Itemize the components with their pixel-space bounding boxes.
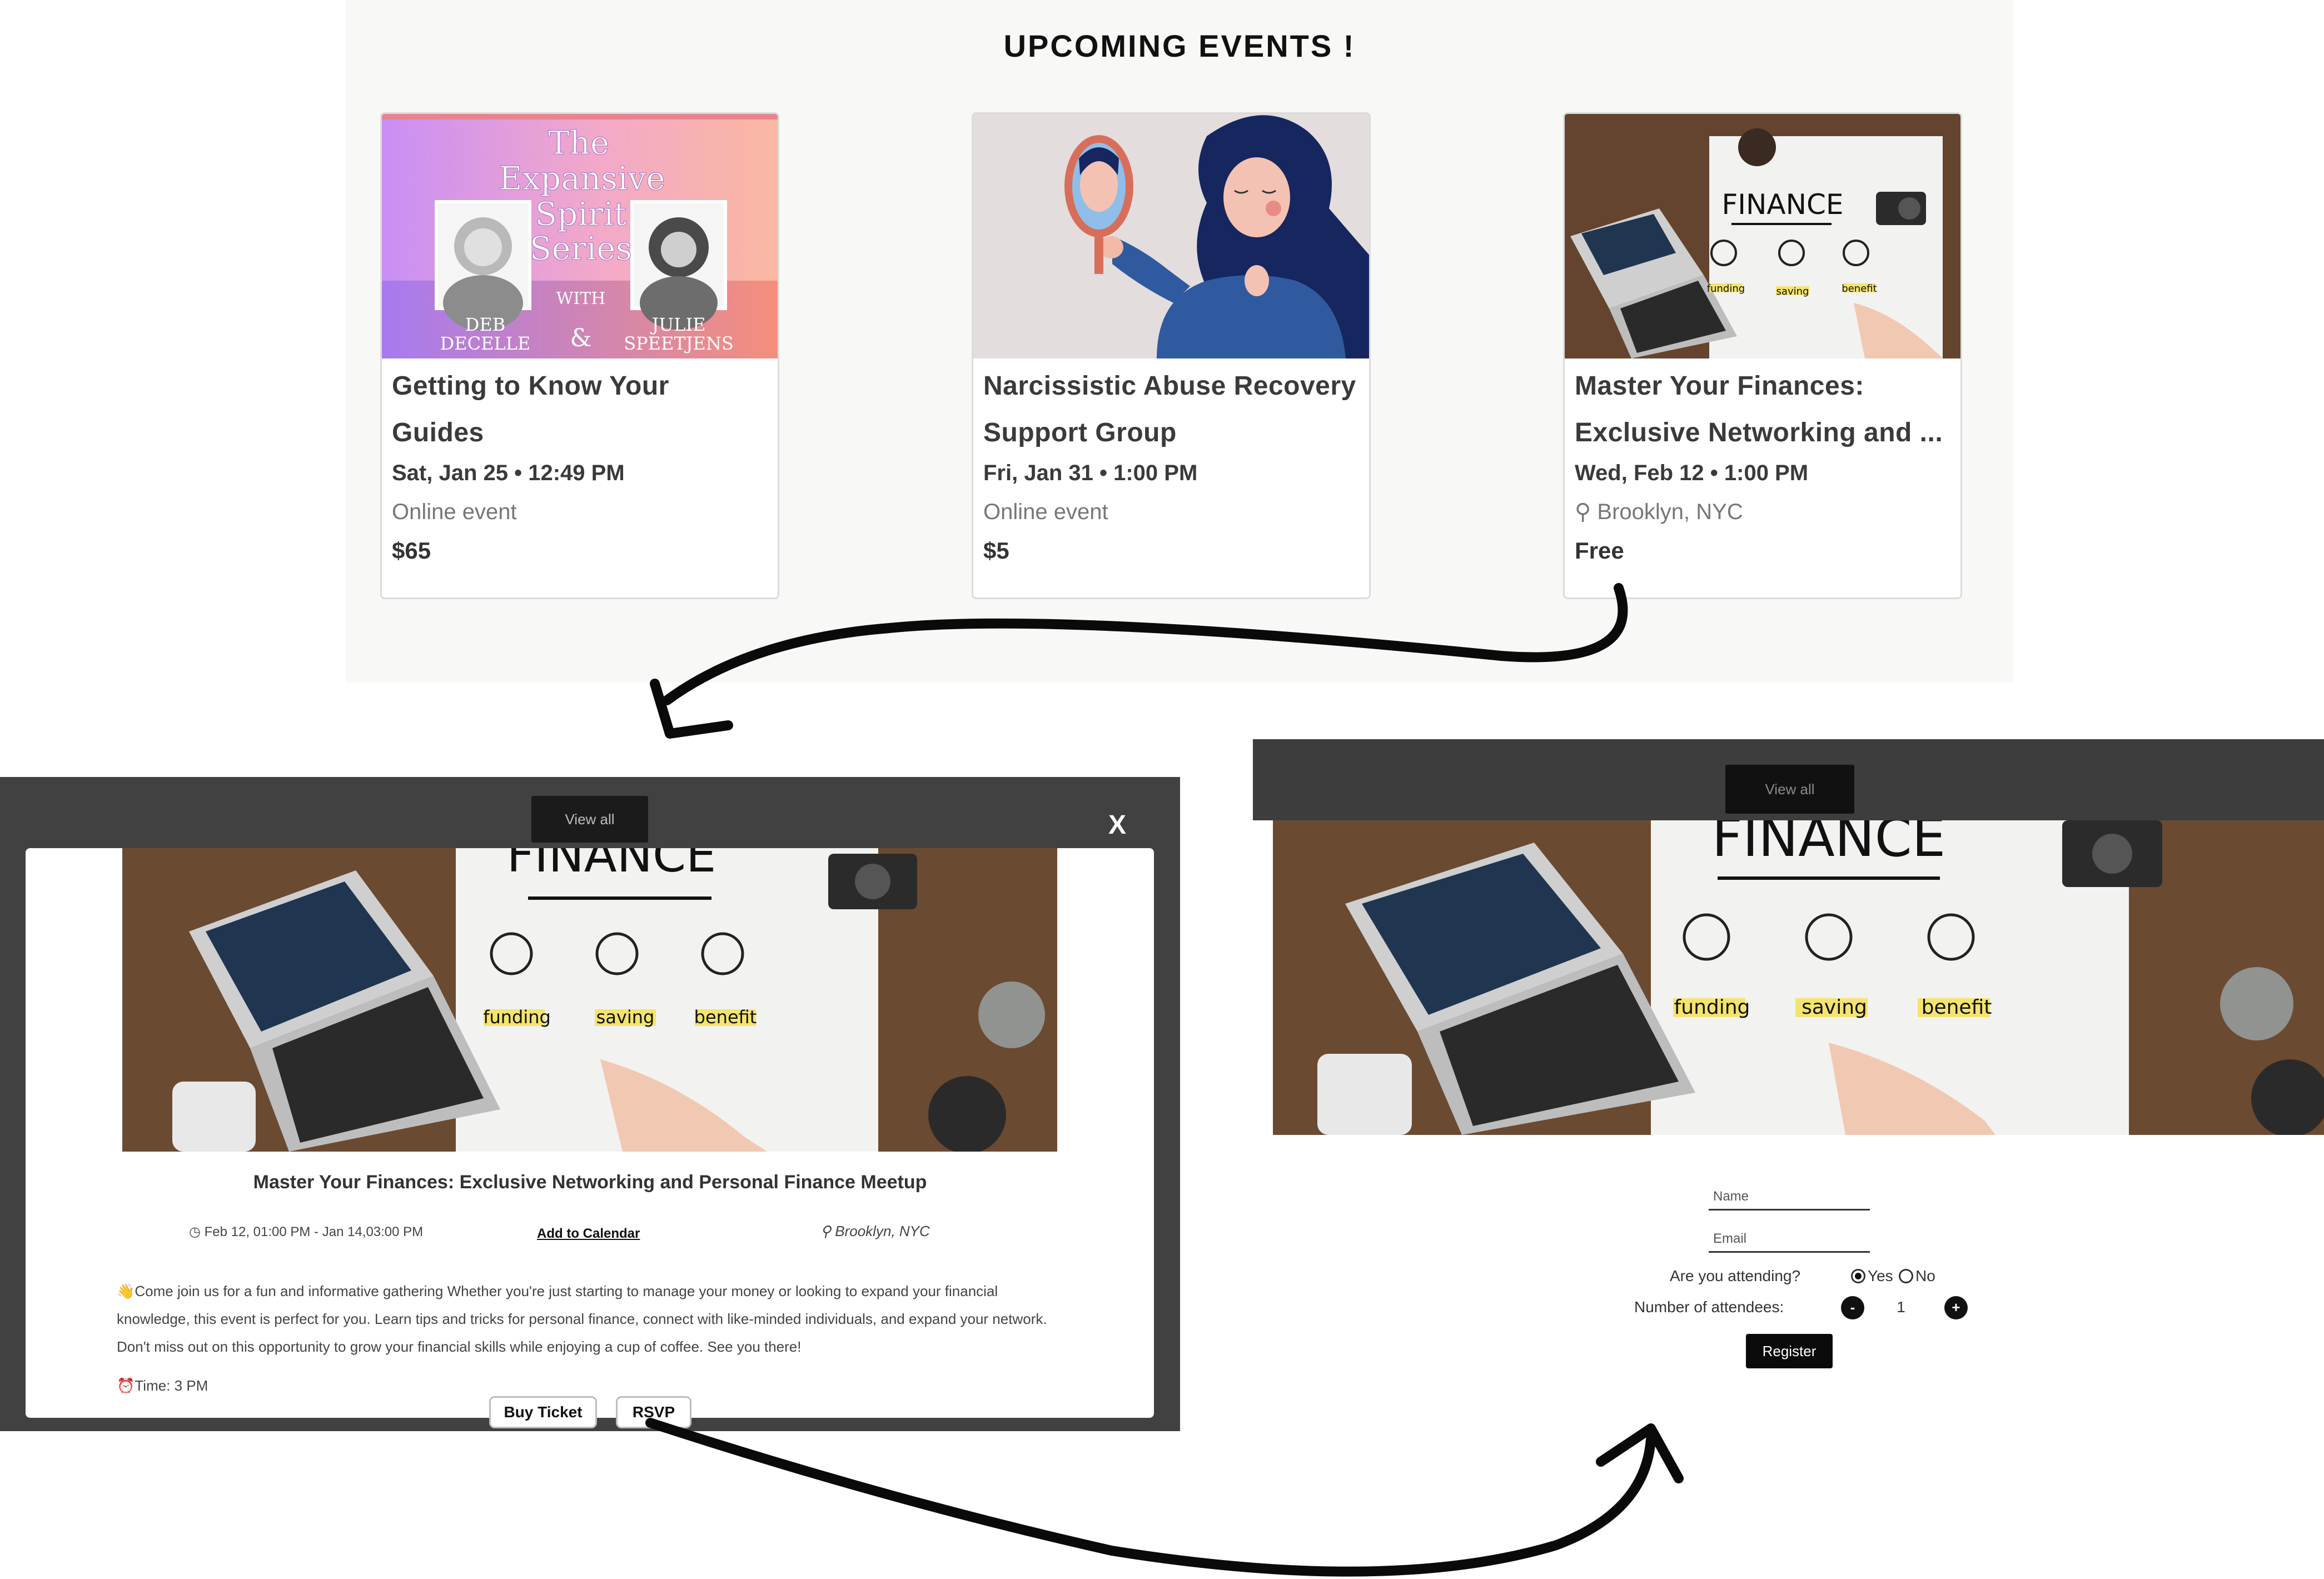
- host1-first: DEB: [465, 314, 506, 335]
- host2-first: JULIE: [650, 314, 705, 335]
- event-card-master-finances[interactable]: FINANCE funding saving benefit Master Yo…: [1563, 112, 1962, 599]
- event-location: Online event: [392, 500, 517, 524]
- event-location: ⚲ Brooklyn, NYC: [1575, 500, 1743, 524]
- benefit-label: benefit: [1922, 996, 1992, 1019]
- series-title-expansive: Expansive: [499, 160, 665, 197]
- modal-event-location: ⚲ Brooklyn, NYC: [820, 1223, 930, 1239]
- upcoming-events-panel: UPCOMING EVENTS ! The Expansive Spirit S…: [346, 0, 2013, 683]
- funding-label: funding: [1674, 996, 1750, 1019]
- event-price: Free: [1575, 537, 1624, 564]
- attending-question: Are you attending?: [1670, 1267, 1801, 1284]
- funding-label: funding: [483, 1007, 551, 1028]
- benefit-label: benefit: [1842, 283, 1877, 295]
- event-location: Online event: [983, 500, 1108, 524]
- name-field[interactable]: [1709, 1184, 1870, 1211]
- no-label: No: [1915, 1267, 1935, 1284]
- host1-last: DECELLE: [440, 333, 531, 354]
- event-image-finance-desk: FINANCE funding saving benefit: [1565, 114, 1960, 358]
- decrement-button[interactable]: -: [1841, 1296, 1864, 1319]
- attending-no-option[interactable]: No: [1899, 1267, 1935, 1285]
- funding-label: funding: [1707, 283, 1745, 295]
- finance-word: FINANCE: [1712, 820, 1946, 869]
- event-image-expansive-spirit: The Expansive Spirit Series WITH & DEB D…: [382, 114, 778, 358]
- modal-event-description: 👋Come join us for a fun and informative …: [117, 1283, 1047, 1355]
- saving-label: saving: [596, 1007, 655, 1028]
- attendee-count: 1: [1897, 1298, 1905, 1316]
- radio-no-icon[interactable]: [1899, 1269, 1913, 1283]
- series-title-the: The: [548, 124, 609, 162]
- benefit-label: benefit: [694, 1007, 757, 1028]
- radio-yes-icon[interactable]: [1851, 1269, 1865, 1283]
- event-date: Fri, Jan 31 • 1:00 PM: [983, 461, 1198, 485]
- series-title-spirit: Spirit: [535, 195, 627, 233]
- saving-label: saving: [1802, 996, 1867, 1019]
- buy-ticket-button[interactable]: Buy Ticket: [489, 1396, 597, 1428]
- rsvp-event-image: FINANCE funding saving benefit: [1273, 820, 2324, 1135]
- saving-label: saving: [1776, 286, 1809, 297]
- upcoming-events-heading: UPCOMING EVENTS !: [1003, 28, 1356, 63]
- event-title[interactable]: Narcissistic Abuse Recovery Support Grou…: [983, 363, 1359, 456]
- series-title-series: Series: [530, 230, 632, 267]
- event-date: Sat, Jan 25 • 12:49 PM: [392, 461, 625, 485]
- series-with: WITH: [556, 289, 606, 308]
- event-title[interactable]: Getting to Know Your Guides: [392, 363, 768, 456]
- event-price: $65: [392, 537, 431, 564]
- event-price: $5: [983, 537, 1009, 564]
- event-title[interactable]: Master Your Finances: Exclusive Networki…: [1575, 363, 1950, 456]
- attending-yes-option[interactable]: Yes: [1851, 1267, 1893, 1285]
- arrow-rsvp-to-form: [645, 1418, 1656, 1577]
- add-to-calendar-link[interactable]: Add to Calendar: [537, 1226, 640, 1242]
- increment-button[interactable]: +: [1944, 1296, 1968, 1319]
- close-icon[interactable]: X: [1106, 809, 1128, 842]
- modal-event-time: ⏰Time: 3 PM: [117, 1377, 208, 1394]
- finance-word: FINANCE: [1721, 188, 1843, 221]
- rsvp-view-all-button[interactable]: View all: [1725, 765, 1854, 814]
- arrow-card-to-modal-head: [650, 679, 733, 739]
- event-card-narcissistic-abuse[interactable]: Narcissistic Abuse Recovery Support Grou…: [972, 112, 1371, 599]
- finance-word: FINANCE: [507, 848, 716, 883]
- modal-event-image: FINANCE funding saving benefit: [122, 848, 1057, 1152]
- attendees-label: Number of attendees:: [1634, 1298, 1784, 1316]
- yes-label: Yes: [1868, 1267, 1893, 1284]
- event-image-mirror-illustration: [973, 114, 1369, 358]
- name-input[interactable]: [1709, 1184, 1870, 1209]
- rsvp-button[interactable]: RSVP: [616, 1396, 691, 1428]
- email-input[interactable]: [1709, 1226, 1870, 1251]
- event-date: Wed, Feb 12 • 1:00 PM: [1575, 461, 1809, 485]
- arrow-rsvp-to-form-head: [1596, 1423, 1684, 1483]
- modal-view-all-button[interactable]: View all: [531, 796, 648, 843]
- modal-event-title: Master Your Finances: Exclusive Networki…: [253, 1172, 927, 1193]
- register-button[interactable]: Register: [1746, 1334, 1833, 1368]
- modal-event-date-range: ◷ Feb 12, 01:00 PM - Jan 14,03:00 PM: [189, 1224, 424, 1239]
- series-amp: &: [570, 324, 591, 352]
- email-field[interactable]: [1709, 1226, 1870, 1253]
- host2-last: SPEETJENS: [624, 333, 734, 354]
- event-card-guides[interactable]: The Expansive Spirit Series WITH & DEB D…: [380, 112, 779, 599]
